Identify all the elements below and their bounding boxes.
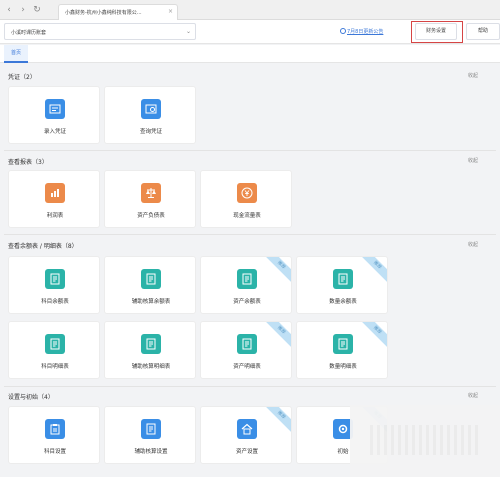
card-label: 资产负债表 [137,213,165,219]
document-icon [333,334,353,354]
card-label: 辅助核算设置 [134,449,168,455]
card-quantity-balance[interactable]: 推荐 数量余额表 [296,256,388,314]
tab-home[interactable]: 首页 [4,45,28,63]
collapse-link[interactable]: 收起 [468,72,478,79]
card-label: 科目余额表 [41,299,69,305]
card-income-statement[interactable]: 利润表 [8,170,100,228]
back-icon[interactable]: ‹ [4,5,14,15]
card-enter-voucher[interactable]: 录入凭证 [8,86,100,144]
card-account-detail[interactable]: 科目明细表 [8,321,100,379]
announcement-text: 7月8日更新公告 [347,29,384,35]
document-icon [333,269,353,289]
scale-icon [141,183,161,203]
card-quantity-detail[interactable]: 推荐 数量明细表 [296,321,388,379]
card-label: 辅助核算余额表 [131,299,171,305]
card-label: 科目设置 [43,449,66,455]
collapse-link[interactable]: 收起 [468,392,478,399]
card-account-settings[interactable]: 科目设置 [8,406,100,464]
card-label: 录入凭证 [43,129,66,135]
document-icon [141,334,161,354]
forward-icon[interactable]: › [18,5,28,15]
card-label: 现金流量表 [233,213,261,219]
card-asset-detail[interactable]: 推荐 资产明细表 [200,321,292,379]
card-label: 科目明细表 [41,364,69,370]
section-title-ledgers: 查看余额表 / 明细表（8） [8,243,78,250]
section-title-voucher: 凭证（2） [8,74,36,81]
announcement-link[interactable]: 7月8日更新公告 [340,28,383,35]
clipboard-icon [45,419,65,439]
browser-tab-title: 小鑫财务-杭州小鑫纯科技有限公... [65,10,142,16]
card-label: 数量明细表 [329,364,357,370]
recommend-ribbon: 推荐 [260,257,291,286]
card-label: 利润表 [46,213,64,219]
card-cash-flow[interactable]: 现金流量表 [200,170,292,228]
card-aux-detail[interactable]: 辅助核算明细表 [104,321,196,379]
recommend-ribbon: 推荐 [356,257,387,286]
section-title-settings: 设置与初始（4） [8,394,54,401]
card-label: 资产明细表 [233,364,261,370]
card-query-voucher[interactable]: 查询凭证 [104,86,196,144]
card-aux-settings[interactable]: 辅助核算设置 [104,406,196,464]
watermark-overlay [350,405,500,477]
card-label: 辅助核算明细表 [131,364,171,370]
recommend-ribbon: 推荐 [260,407,291,436]
chevron-down-icon: ⌄ [185,28,191,35]
collapse-link[interactable]: 收起 [468,157,478,164]
card-label: 数量余额表 [329,299,357,305]
company-select-value: 小溪时课历账套 [11,30,47,36]
page-tab-strip: 首页 [0,45,500,63]
finance-settings-button[interactable]: 财务设置 [415,23,457,40]
card-asset-balance[interactable]: 推荐 资产余额表 [200,256,292,314]
info-icon [340,28,346,34]
help-button[interactable]: 帮助 [466,23,500,40]
card-balance-sheet[interactable]: 资产负债表 [104,170,196,228]
section-title-reports: 查看报表（3） [8,159,48,166]
voucher-edit-icon [45,99,65,119]
reload-icon[interactable]: ↻ [32,5,42,15]
browser-bar: ‹ › ↻ 小鑫财务-杭州小鑫纯科技有限公... × [0,0,500,20]
app-header: 小溪时课历账套 ⌄ 7月8日更新公告 财务设置 帮助 [0,20,500,44]
recommend-ribbon: 推荐 [356,322,387,351]
card-aux-balance[interactable]: 辅助核算余额表 [104,256,196,314]
card-account-balance[interactable]: 科目余额表 [8,256,100,314]
card-label: 查询凭证 [139,129,162,135]
document-icon [141,419,161,439]
voucher-search-icon [141,99,161,119]
document-icon [237,269,257,289]
card-label: 资产设置 [235,449,258,455]
browser-tab[interactable]: 小鑫财务-杭州小鑫纯科技有限公... × [58,4,178,20]
bar-chart-icon [45,183,65,203]
yuan-coin-icon [237,183,257,203]
card-label: 资产余额表 [233,299,261,305]
collapse-link[interactable]: 收起 [468,241,478,248]
section-divider [4,386,496,387]
company-select[interactable]: 小溪时课历账套 ⌄ [4,23,196,40]
document-icon [141,269,161,289]
section-divider [4,234,496,235]
section-divider [4,150,496,151]
watermark-pattern [370,425,480,455]
document-icon [45,334,65,354]
card-asset-settings[interactable]: 推荐 资产设置 [200,406,292,464]
close-icon[interactable]: × [168,8,173,15]
document-icon [237,334,257,354]
house-icon [237,419,257,439]
document-icon [45,269,65,289]
recommend-ribbon: 推荐 [260,322,291,351]
